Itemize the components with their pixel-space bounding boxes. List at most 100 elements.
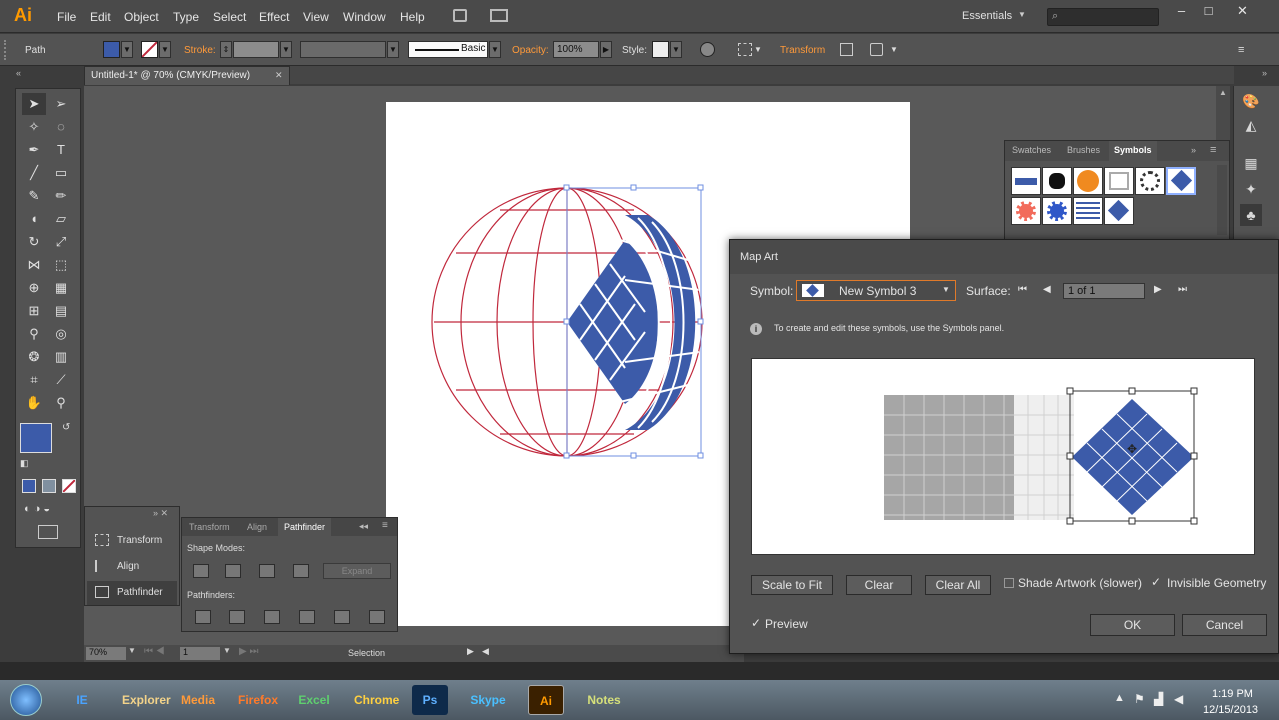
align-icon[interactable] [738, 43, 752, 56]
stroke-swatch[interactable] [141, 41, 158, 58]
menu-effect[interactable]: Effect [259, 10, 289, 24]
gradient-mode-icon[interactable] [42, 479, 56, 493]
symbol-select[interactable]: New Symbol 3 ▼ [796, 280, 956, 301]
minus-back-icon[interactable] [369, 610, 385, 624]
workspace-dropdown-icon[interactable]: ▼ [1018, 10, 1026, 19]
menu-edit[interactable]: Edit [90, 10, 111, 24]
type-tool-icon[interactable]: T [49, 139, 73, 161]
taskbar-excel[interactable]: Excel [296, 685, 332, 715]
graph-tool-icon[interactable]: ▥ [49, 346, 73, 368]
artboard-nav-first-prev[interactable]: ⏮ ◀ [144, 646, 165, 657]
symbol-dotted-ring[interactable] [1135, 167, 1165, 195]
pathfinder-menu-icon[interactable]: ≡ [382, 520, 388, 531]
start-button[interactable] [10, 684, 42, 716]
width-tool-icon[interactable]: ⋈ [22, 254, 46, 276]
status-menu-arrow[interactable]: ▶ [467, 646, 474, 657]
menu-object[interactable]: Object [124, 10, 159, 24]
control-grip[interactable] [4, 40, 7, 60]
symbol-orange-ball[interactable] [1073, 167, 1103, 195]
zoom-tool-icon[interactable]: ⚲ [49, 392, 73, 414]
color-mode-icon[interactable] [22, 479, 36, 493]
variable-width-dropdown[interactable]: ▼ [387, 41, 399, 58]
stroke-weight-stepper[interactable]: ⇕ [220, 41, 232, 58]
exclude-icon[interactable] [293, 564, 309, 578]
stroke-dropdown[interactable]: ▼ [159, 41, 171, 58]
drawing-mode-icons[interactable]: ◐ ◑ ◒ [24, 503, 50, 515]
taskbar-chrome[interactable]: Chrome [354, 685, 399, 715]
symbol-frame[interactable] [1104, 167, 1134, 195]
menu-view[interactable]: View [303, 10, 329, 24]
symbol-flower-blue[interactable] [1042, 197, 1072, 225]
fill-dropdown[interactable]: ▼ [121, 41, 133, 58]
panel-button-pathfinder[interactable]: Pathfinder [87, 581, 177, 605]
control-panel-menu-icon[interactable]: ≡ [1238, 44, 1244, 56]
minus-front-icon[interactable] [225, 564, 241, 578]
cancel-button[interactable]: Cancel [1182, 614, 1267, 636]
scale-to-fit-button[interactable]: Scale to Fit [751, 575, 833, 595]
clear-button[interactable]: Clear [846, 575, 912, 595]
graphic-style-swatch[interactable] [652, 41, 669, 58]
rotate-tool-icon[interactable]: ↻ [22, 231, 46, 253]
arrange-documents-icon[interactable] [490, 9, 508, 22]
screen-mode-icon[interactable] [38, 525, 58, 539]
tab-transform[interactable]: Transform [189, 522, 230, 532]
none-mode-icon[interactable] [62, 479, 76, 493]
free-transform-tool-icon[interactable]: ⬚ [49, 254, 73, 276]
stroke-weight-field[interactable] [233, 41, 279, 58]
expand-button[interactable]: Expand [323, 563, 391, 579]
symbol-blue-lines[interactable] [1073, 197, 1103, 225]
rectangle-tool-icon[interactable]: ▭ [49, 162, 73, 184]
symbol-ink-splat[interactable] [1042, 167, 1072, 195]
tab-swatches[interactable]: Swatches [1012, 145, 1051, 155]
artboard-dropdown-icon[interactable]: ▼ [223, 646, 231, 655]
direct-selection-tool-icon[interactable]: ➢ [49, 93, 73, 115]
opacity-label[interactable]: Opacity: [512, 45, 549, 56]
merge-icon[interactable] [264, 610, 280, 624]
shade-artwork-checkbox[interactable] [1004, 578, 1014, 588]
tab-brushes[interactable]: Brushes [1067, 145, 1100, 155]
shape-builder-tool-icon[interactable]: ⊕ [22, 277, 46, 299]
artboard-tool-icon[interactable]: ⌗ [22, 369, 46, 391]
tray-flag-icon[interactable]: ⚑ [1134, 692, 1145, 706]
variable-width-field[interactable] [300, 41, 386, 58]
taskbar-photoshop[interactable]: Ps [412, 685, 448, 715]
taskbar-explorer[interactable]: Explorer [122, 685, 171, 715]
tray-show-hidden-icon[interactable]: ▲ [1114, 692, 1125, 704]
pencil-tool-icon[interactable]: ✏ [49, 185, 73, 207]
tab-align[interactable]: Align [247, 522, 267, 532]
align-dropdown-icon[interactable]: ▼ [754, 45, 762, 54]
gradient-tool-icon[interactable]: ▤ [49, 300, 73, 322]
clear-all-button[interactable]: Clear All [925, 575, 991, 595]
lasso-tool-icon[interactable]: ◌ [49, 116, 73, 138]
taskbar-ie[interactable]: IE [64, 685, 100, 715]
eyedropper-tool-icon[interactable]: ⚲ [22, 323, 46, 345]
hscroll-left-icon[interactable]: ◀ [482, 646, 489, 657]
opacity-field[interactable]: 100% [553, 41, 599, 58]
collapse-dock-icon[interactable]: » [1262, 68, 1267, 78]
color-panel-icon[interactable]: ◭ [1240, 114, 1262, 136]
eraser-tool-icon[interactable]: ▱ [49, 208, 73, 230]
panel-expand-icon[interactable]: » [1191, 145, 1196, 155]
document-setup-icon[interactable] [870, 43, 883, 56]
panel-button-align[interactable]: Align [95, 555, 139, 579]
stroke-label[interactable]: Stroke: [184, 45, 216, 56]
outline-icon[interactable] [334, 610, 350, 624]
menu-type[interactable]: Type [173, 10, 199, 24]
crop-icon[interactable] [299, 610, 315, 624]
preview-checkbox[interactable]: ✓ [751, 616, 761, 630]
scroll-up-icon[interactable]: ▲ [1219, 88, 1227, 97]
ok-button[interactable]: OK [1090, 614, 1175, 636]
next-surface-icon[interactable]: ▶ [1154, 284, 1162, 295]
blend-tool-icon[interactable]: ◎ [49, 323, 73, 345]
tab-pathfinder[interactable]: Pathfinder [278, 518, 332, 536]
surface-field[interactable]: 1 of 1 [1063, 283, 1145, 299]
slice-tool-icon[interactable]: ⟋ [49, 369, 73, 391]
color-guide-icon[interactable]: 🎨 [1240, 90, 1262, 112]
artboard-number-field[interactable]: 1 [180, 647, 220, 660]
paintbrush-tool-icon[interactable]: ✎ [22, 185, 46, 207]
symbol-sprayer-tool-icon[interactable]: ❂ [22, 346, 46, 368]
blob-brush-tool-icon[interactable]: ◖ [22, 208, 46, 230]
scale-tool-icon[interactable]: ⤢ [49, 231, 73, 253]
taskbar-firefox[interactable]: Firefox [238, 685, 278, 715]
document-close-icon[interactable]: ✕ [275, 70, 283, 81]
